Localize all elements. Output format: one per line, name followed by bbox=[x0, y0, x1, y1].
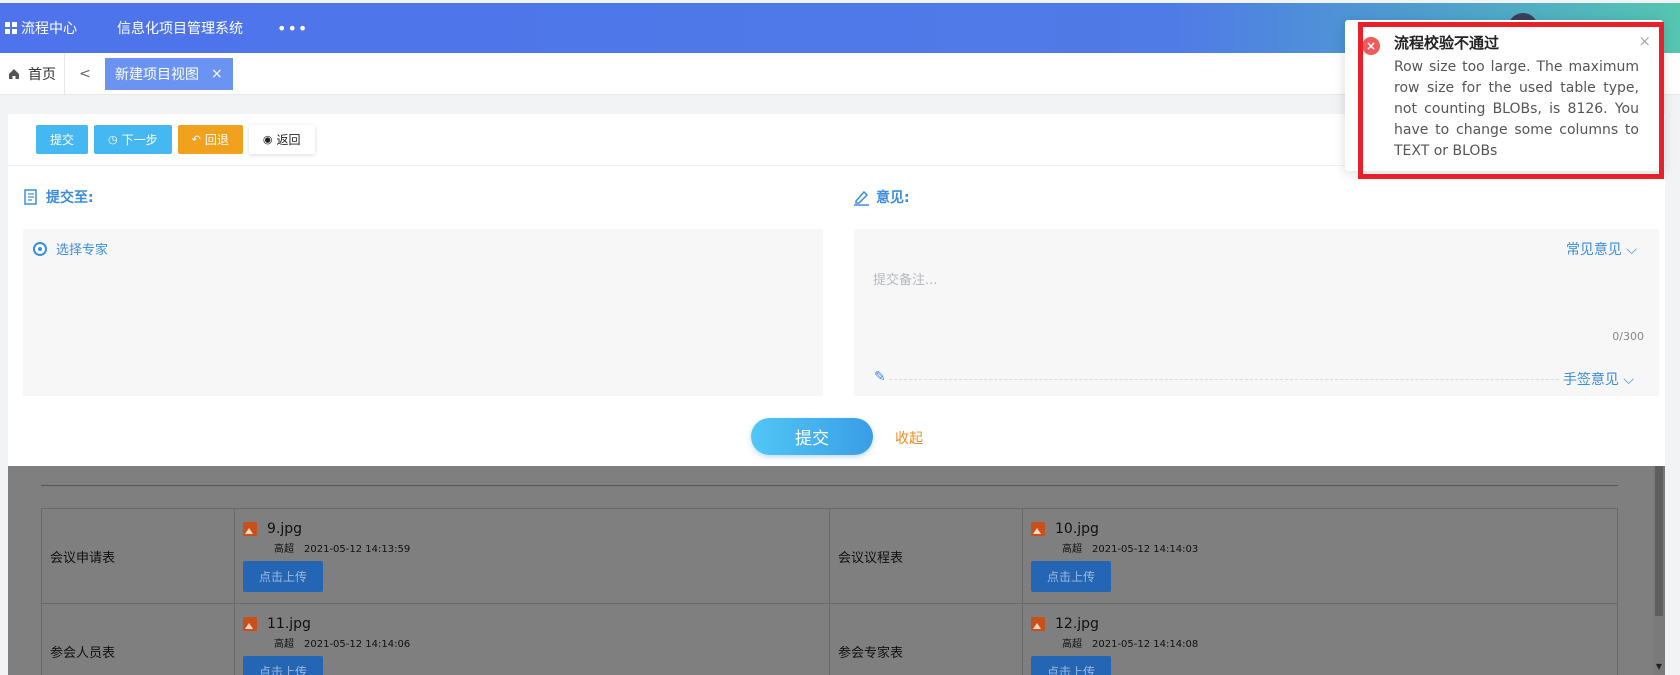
attachment-cell: 11.jpg 高超 2021-05-12 14:14:06 点击上传 bbox=[234, 603, 830, 675]
tab-close-icon[interactable]: × bbox=[211, 66, 223, 82]
upload-button[interactable]: 点击上传 bbox=[1031, 560, 1112, 592]
signature-divider bbox=[889, 379, 1634, 380]
table-row: 参会人员表 11.jpg 高超 2021-05-12 14:14:06 点击上传 参会专家… bbox=[41, 603, 1618, 675]
select-expert-option[interactable]: 选择专家 bbox=[33, 239, 108, 258]
submit-to-label: 提交至: bbox=[46, 190, 94, 206]
upload-button[interactable]: 点击上传 bbox=[243, 655, 324, 675]
uploader-name: 高超 bbox=[274, 543, 294, 555]
opinion-textarea[interactable]: 提交备注... bbox=[873, 269, 937, 288]
return-label: 返回 bbox=[276, 133, 301, 147]
handwritten-opinion-dropdown[interactable]: 手签意见 ⌵ bbox=[1558, 369, 1634, 389]
select-expert-label: 选择专家 bbox=[56, 243, 109, 258]
upload-time: 2021-05-12 14:13:59 bbox=[304, 543, 411, 555]
upload-time: 2021-05-12 14:14:06 bbox=[304, 638, 411, 650]
submit-toolbar-button[interactable]: 提交 bbox=[36, 125, 89, 154]
submit-to-heading: 提交至: bbox=[23, 187, 94, 207]
collapse-link[interactable]: 收起 bbox=[895, 428, 923, 448]
file-entry[interactable]: 10.jpg bbox=[1031, 521, 1617, 537]
uploader-name: 高超 bbox=[1062, 543, 1082, 555]
tab-new-project-view[interactable]: 新建项目视图 × bbox=[105, 57, 233, 90]
submit-button[interactable]: 提交 bbox=[751, 418, 873, 455]
pencil-icon[interactable]: ✎ bbox=[874, 369, 886, 385]
file-name[interactable]: 11.jpg bbox=[267, 616, 311, 632]
home-label: 首页 bbox=[28, 66, 56, 83]
system-name[interactable]: 信息化项目管理系统 bbox=[117, 18, 243, 38]
edit-signature-icon bbox=[854, 190, 869, 206]
attachment-category-label: 参会人员表 bbox=[41, 603, 235, 675]
document-list-icon bbox=[24, 188, 37, 205]
rollback-label: 回退 bbox=[204, 133, 229, 147]
scrollbar-thumb[interactable] bbox=[1655, 466, 1663, 616]
image-file-icon bbox=[243, 521, 257, 536]
uploader-name: 高超 bbox=[1062, 638, 1082, 650]
attachments-section: 会议申请表 9.jpg 高超 2021-05-12 14:13:59 点击上传 会议议程表… bbox=[8, 466, 1665, 675]
file-name[interactable]: 9.jpg bbox=[267, 521, 302, 537]
upload-time: 2021-05-12 14:14:08 bbox=[1092, 638, 1199, 650]
highlight-box bbox=[1358, 22, 1664, 179]
tab-home[interactable]: 首页 bbox=[0, 52, 65, 95]
file-meta: 高超 2021-05-12 14:13:59 bbox=[274, 540, 829, 555]
file-meta: 高超 2021-05-12 14:14:03 bbox=[1062, 540, 1617, 555]
file-entry[interactable]: 11.jpg bbox=[243, 616, 829, 632]
attachment-cell: 9.jpg 高超 2021-05-12 14:13:59 点击上传 bbox=[234, 508, 830, 604]
image-file-icon bbox=[1031, 521, 1045, 536]
upload-time: 2021-05-12 14:14:03 bbox=[1092, 543, 1199, 555]
section-divider bbox=[41, 485, 1618, 486]
file-entry[interactable]: 12.jpg bbox=[1031, 616, 1617, 632]
image-file-icon bbox=[1031, 616, 1045, 631]
app-name: 流程中心 bbox=[21, 21, 77, 37]
tab-label: 新建项目视图 bbox=[115, 66, 199, 83]
file-meta: 高超 2021-05-12 14:14:06 bbox=[274, 635, 829, 650]
attachment-category-label: 参会专家表 bbox=[829, 603, 1023, 675]
attachments-table: 会议申请表 9.jpg 高超 2021-05-12 14:13:59 点击上传 会议议程表… bbox=[41, 508, 1618, 675]
next-step-button[interactable]: ◷ 下一步 bbox=[94, 125, 172, 154]
select-expert-radio[interactable] bbox=[33, 241, 47, 256]
grid-icon bbox=[5, 22, 17, 34]
scroll-down-icon[interactable]: ▼ bbox=[1653, 662, 1665, 671]
file-entry[interactable]: 9.jpg bbox=[243, 521, 829, 537]
attachment-cell: 12.jpg 高超 2021-05-12 14:14:08 点击上传 bbox=[1022, 603, 1618, 675]
file-name[interactable]: 10.jpg bbox=[1055, 521, 1099, 537]
opinion-panel: 常见意见 ⌵ 提交备注... 0/300 ✎ 手签意见 ⌵ bbox=[854, 229, 1659, 396]
common-opinion-dropdown[interactable]: 常见意见 ⌵ bbox=[1566, 239, 1637, 259]
table-row: 会议申请表 9.jpg 高超 2021-05-12 14:13:59 点击上传 会议议程表… bbox=[41, 508, 1618, 604]
char-counter: 0/300 bbox=[1612, 330, 1644, 343]
attachment-category-label: 会议申请表 bbox=[41, 508, 235, 604]
return-circle-icon: ◉ bbox=[262, 134, 273, 146]
home-icon bbox=[9, 68, 19, 79]
attachment-category-label: 会议议程表 bbox=[829, 508, 1023, 604]
reply-icon: ↶ bbox=[191, 134, 201, 146]
upload-button[interactable]: 点击上传 bbox=[243, 560, 324, 592]
clock-icon: ◷ bbox=[108, 134, 118, 146]
attachment-cell: 10.jpg 高超 2021-05-12 14:14:03 点击上传 bbox=[1022, 508, 1618, 604]
upload-button[interactable]: 点击上传 bbox=[1031, 655, 1112, 675]
file-meta: 高超 2021-05-12 14:14:08 bbox=[1062, 635, 1617, 650]
vertical-scrollbar[interactable]: ▼ bbox=[1653, 466, 1665, 675]
submit-to-panel: 选择专家 bbox=[23, 229, 823, 396]
return-button[interactable]: ◉ 返回 bbox=[248, 125, 315, 154]
more-menu-icon[interactable]: ••• bbox=[277, 19, 308, 38]
tab-back-arrow-icon[interactable]: < bbox=[65, 66, 105, 82]
app-menu[interactable]: 流程中心 bbox=[0, 18, 77, 38]
image-file-icon bbox=[243, 616, 257, 631]
file-name[interactable]: 12.jpg bbox=[1055, 616, 1099, 632]
opinion-heading: 意见: bbox=[853, 187, 910, 207]
opinion-label: 意见: bbox=[876, 190, 910, 206]
uploader-name: 高超 bbox=[274, 638, 294, 650]
next-step-label: 下一步 bbox=[121, 133, 158, 147]
rollback-button[interactable]: ↶ 回退 bbox=[177, 125, 243, 154]
submit-toolbar-label: 提交 bbox=[50, 133, 75, 147]
